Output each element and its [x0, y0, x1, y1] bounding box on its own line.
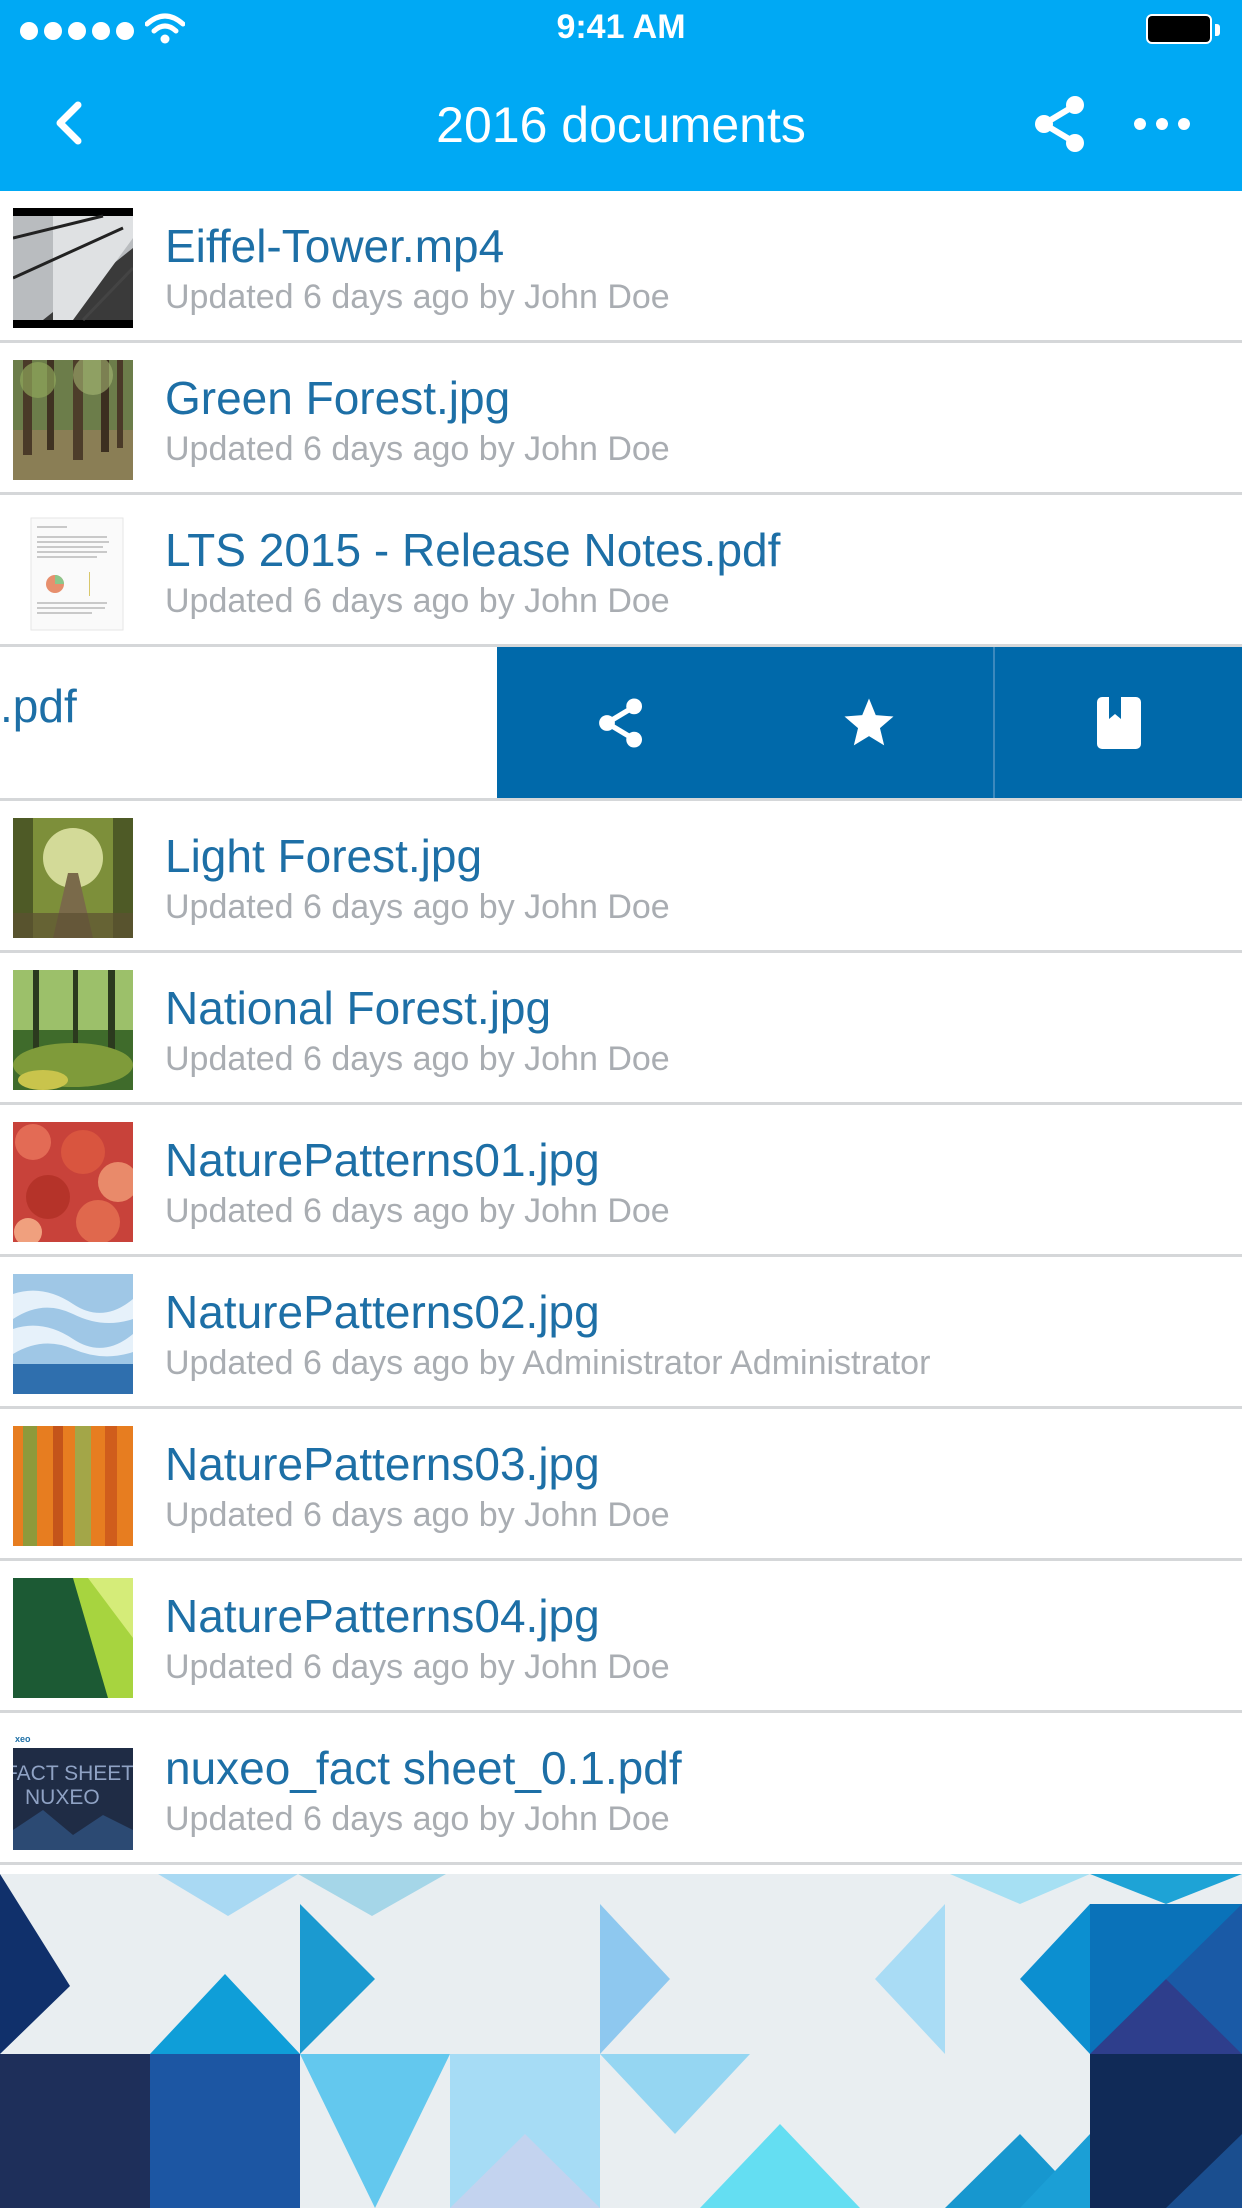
fact-sheet-title: FACT SHEET — [13, 1762, 133, 1785]
pdf-thumbnail: xeo FACT SHEET NUXEO — [13, 1730, 133, 1850]
document-name: Eiffel-Tower.mp4 — [165, 220, 505, 272]
list-item[interactable]: NaturePatterns02.jpg Updated 6 days ago … — [0, 1257, 1242, 1409]
pdf-thumbnail — [13, 512, 133, 632]
document-name: LTS 2015 - Release Notes.pdf — [165, 524, 781, 576]
document-name: Green Forest.jpg — [165, 372, 511, 424]
navigation-bar: 9:41 AM 2016 documents — [0, 0, 1242, 191]
status-time: 9:41 AM — [556, 8, 686, 46]
image-thumbnail — [13, 1274, 133, 1394]
list-item[interactable]: Green Forest.jpg Updated 6 days ago by J… — [0, 343, 1242, 495]
list-item[interactable]: National Forest.jpg Updated 6 days ago b… — [0, 953, 1242, 1105]
document-meta: Updated 6 days ago by John Doe — [165, 430, 670, 468]
bookmark-action-button[interactable] — [995, 647, 1242, 798]
list-item[interactable]: Light Forest.jpg Updated 6 days ago by J… — [0, 801, 1242, 953]
image-thumbnail — [13, 1122, 133, 1242]
list-item[interactable]: LTS 2015 - Release Notes.pdf Updated 6 d… — [0, 495, 1242, 647]
more-icon[interactable] — [1130, 104, 1194, 144]
image-thumbnail — [13, 360, 133, 480]
share-action-button[interactable] — [497, 647, 745, 798]
image-thumbnail — [13, 1578, 133, 1698]
video-thumbnail — [13, 208, 133, 328]
document-meta: Updated 6 days ago by John Doe — [165, 1040, 670, 1078]
image-thumbnail — [13, 970, 133, 1090]
battery-icon — [1146, 14, 1220, 46]
image-thumbnail — [13, 818, 133, 938]
image-thumbnail — [13, 1426, 133, 1546]
fact-sheet-logo-text: xeo — [15, 1734, 31, 1744]
list-item[interactable]: Eiffel-Tower.mp4 Updated 6 days ago by J… — [0, 191, 1242, 343]
favorite-action-button[interactable] — [745, 647, 993, 798]
document-meta: Updated 6 days ago by John Doe — [165, 1496, 670, 1534]
swiped-list-item[interactable]: .pdf — [0, 647, 1242, 801]
list-item[interactable]: NaturePatterns01.jpg Updated 6 days ago … — [0, 1105, 1242, 1257]
document-list: Eiffel-Tower.mp4 Updated 6 days ago by J… — [0, 191, 1242, 1865]
decorative-footer-pattern — [0, 1874, 1242, 2208]
document-meta: Updated 6 days ago by John Doe — [165, 1192, 670, 1230]
document-name-fragment: .pdf — [0, 680, 77, 732]
document-meta: Updated 6 days ago by John Doe — [165, 888, 670, 926]
list-item[interactable]: xeo FACT SHEET NUXEO nuxeo_fact sheet_0.… — [0, 1713, 1242, 1865]
bookmark-icon — [1096, 696, 1141, 749]
document-meta: Updated 6 days ago by John Doe — [165, 278, 670, 316]
status-bar: 9:41 AM — [0, 0, 1242, 60]
list-item[interactable]: NaturePatterns04.jpg Updated 6 days ago … — [0, 1561, 1242, 1713]
fact-sheet-subtitle: NUXEO — [25, 1786, 100, 1809]
swipe-actions — [497, 647, 1242, 798]
document-name: nuxeo_fact sheet_0.1.pdf — [165, 1742, 682, 1794]
document-name: NaturePatterns02.jpg — [165, 1286, 600, 1338]
share-icon[interactable] — [1030, 92, 1090, 156]
document-name: NaturePatterns04.jpg — [165, 1590, 600, 1642]
share-icon — [599, 698, 642, 747]
document-meta: Updated 6 days ago by John Doe — [165, 1648, 670, 1686]
document-meta: Updated 6 days ago by John Doe — [165, 582, 670, 620]
document-name: NaturePatterns01.jpg — [165, 1134, 600, 1186]
star-icon — [844, 698, 894, 745]
document-meta: Updated 6 days ago by John Doe — [165, 1800, 670, 1838]
document-name: NaturePatterns03.jpg — [165, 1438, 600, 1490]
list-item[interactable]: NaturePatterns03.jpg Updated 6 days ago … — [0, 1409, 1242, 1561]
document-meta: Updated 6 days ago by Administrator Admi… — [165, 1344, 931, 1382]
document-name: National Forest.jpg — [165, 982, 552, 1034]
document-name: Light Forest.jpg — [165, 830, 483, 882]
